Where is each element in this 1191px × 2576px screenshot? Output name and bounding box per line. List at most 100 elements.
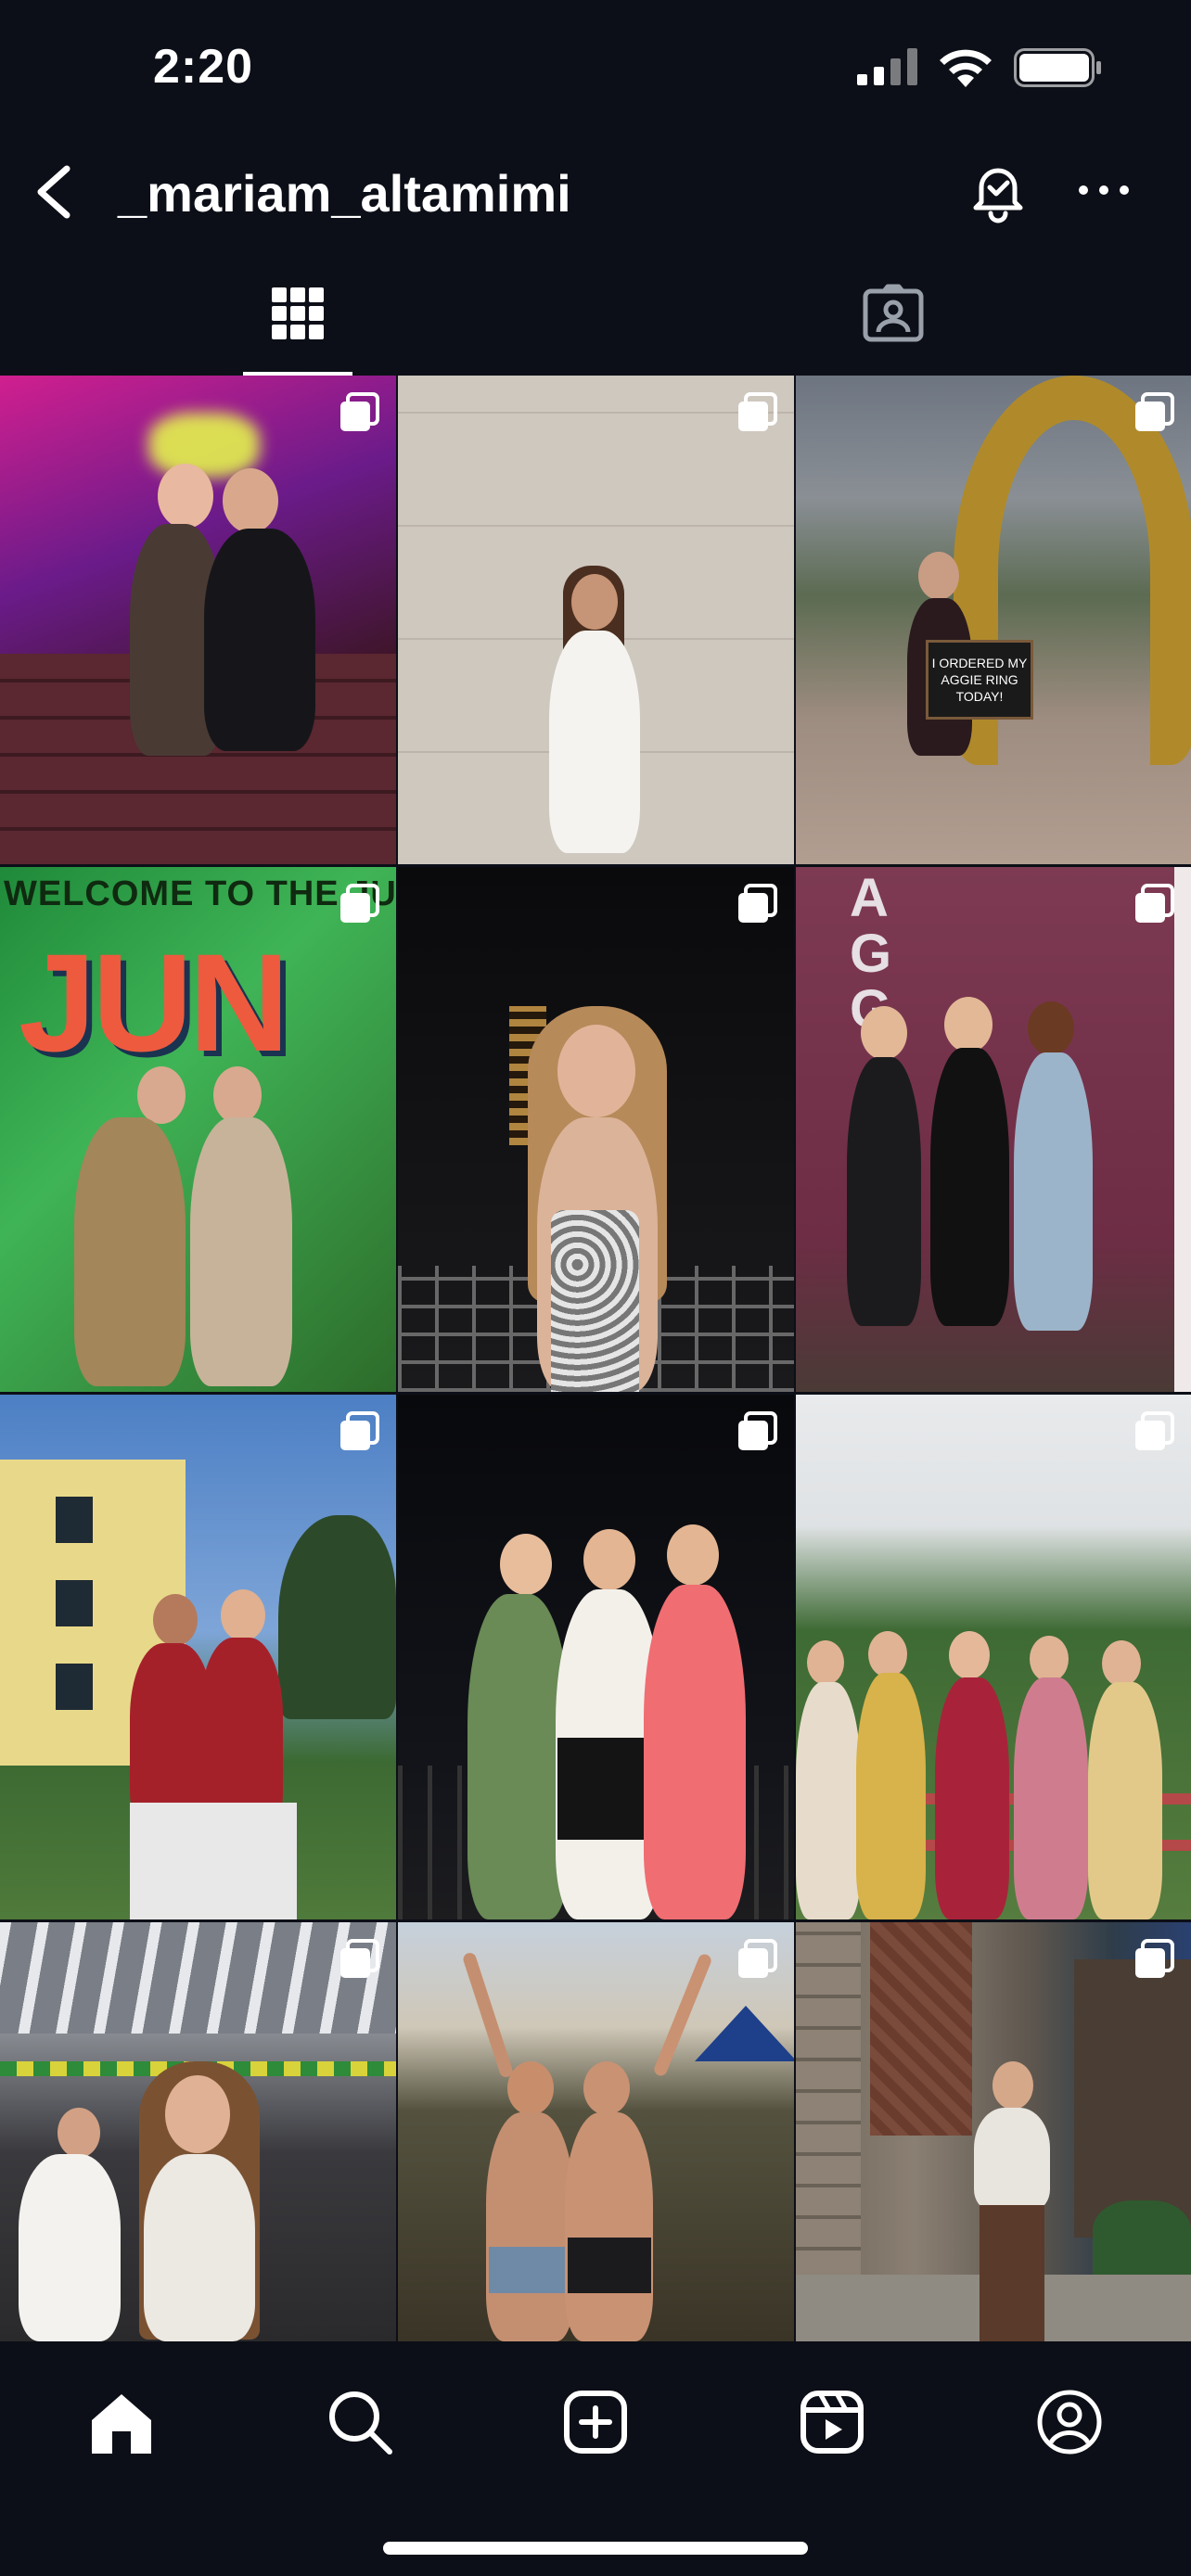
- person-head: [944, 997, 992, 1052]
- person-head: [571, 574, 618, 630]
- person-head: [213, 1066, 262, 1124]
- house-window: [56, 1580, 93, 1626]
- pavilion-roof: [0, 1922, 396, 2034]
- multiple-photos-icon: [738, 392, 777, 431]
- person-head: [500, 1534, 552, 1595]
- posts-grid: I ORDERED MY AGGIE RING TODAY! WELCOME T…: [0, 376, 1191, 2341]
- person-figure: [467, 1594, 570, 1919]
- nav-home[interactable]: [80, 2380, 163, 2464]
- post-thumbnail[interactable]: I ORDERED MY AGGIE RING TODAY!: [796, 376, 1191, 864]
- tree: [278, 1515, 396, 1719]
- person-figure: [19, 2154, 121, 2341]
- status-time: 2:20: [153, 40, 254, 94]
- multiple-photos-icon: [1135, 884, 1174, 923]
- home-indicator[interactable]: [383, 2542, 808, 2555]
- post-thumbnail[interactable]: A G G: [796, 867, 1191, 1392]
- post-thumbnail[interactable]: [398, 1395, 794, 1919]
- person-pants: [980, 2205, 1044, 2341]
- person-figure: [974, 2108, 1050, 2210]
- person-head: [58, 2108, 100, 2158]
- person-figure: [144, 2154, 255, 2341]
- person-figure: [486, 2112, 574, 2341]
- person-figure: [796, 1682, 861, 1919]
- hedge: [1093, 2200, 1191, 2275]
- person-head: [667, 1524, 719, 1586]
- leopard-dress: [551, 1210, 639, 1392]
- nav-reels[interactable]: [790, 2380, 874, 2464]
- denim-shorts: [489, 2247, 572, 2293]
- post-thumbnail[interactable]: [0, 1395, 396, 1919]
- house-window: [56, 1664, 93, 1710]
- add-post-icon: [564, 2391, 627, 2454]
- nav-create[interactable]: [554, 2380, 637, 2464]
- cellular-signal-icon: [857, 48, 917, 85]
- tab-posts-grid[interactable]: [0, 250, 596, 376]
- person-head: [221, 1589, 265, 1641]
- person-figure: [549, 631, 640, 853]
- person-head: [158, 464, 213, 529]
- tagged-person-icon: [863, 284, 924, 341]
- wall-edge: [1174, 867, 1191, 1392]
- building-wall: [1074, 1959, 1191, 2238]
- post-thumbnail[interactable]: [0, 376, 396, 864]
- multiple-photos-icon: [340, 392, 379, 431]
- person-figure: [1014, 1052, 1093, 1331]
- person-figure: [190, 1117, 292, 1386]
- person-head: [507, 2061, 554, 2115]
- battery-icon: [1014, 48, 1101, 87]
- nav-profile[interactable]: [1028, 2380, 1111, 2464]
- post-thumbnail[interactable]: [796, 1922, 1191, 2341]
- tab-tagged[interactable]: [596, 250, 1191, 376]
- person-head: [137, 1066, 186, 1124]
- neon-light: [148, 413, 260, 478]
- person-head: [165, 2075, 230, 2153]
- wifi-icon: [940, 49, 992, 87]
- multiple-photos-icon: [340, 1411, 379, 1450]
- person-figure: [847, 1057, 921, 1326]
- banner-text: WELCOME TO THE JUN: [4, 874, 396, 913]
- multiple-photos-icon: [1135, 1411, 1174, 1450]
- person-figure: [644, 1585, 746, 1919]
- person-figure: [930, 1048, 1009, 1326]
- person-figure: [856, 1673, 926, 1919]
- multiple-photos-icon: [738, 884, 777, 923]
- post-thumbnail[interactable]: [398, 1922, 794, 2341]
- person-head: [153, 1594, 198, 1646]
- bottom-navigation: [0, 2341, 1191, 2576]
- house-window: [56, 1497, 93, 1543]
- person-head: [583, 2061, 630, 2115]
- person-figure: [1014, 1677, 1088, 1919]
- profile-username: _mariam_altamimi: [118, 164, 571, 223]
- person-figure: [204, 529, 315, 751]
- home-icon: [92, 2394, 151, 2454]
- aggie-ring-sign: I ORDERED MY AGGIE RING TODAY!: [926, 640, 1033, 720]
- raised-arm: [461, 1951, 515, 2079]
- person-figure: [74, 1117, 186, 1386]
- person-head: [583, 1529, 635, 1590]
- person-figure: [1088, 1682, 1162, 1919]
- person-head: [992, 2061, 1033, 2110]
- post-thumbnail[interactable]: WELCOME TO THE JUN JUN: [0, 867, 396, 1392]
- post-thumbnail[interactable]: [398, 376, 794, 864]
- person-head: [223, 468, 278, 533]
- nav-search[interactable]: [318, 2380, 402, 2464]
- search-icon: [329, 2391, 392, 2455]
- black-shorts: [568, 2238, 651, 2293]
- person-figure: [565, 2112, 653, 2341]
- banner-big-letters: JUN: [19, 925, 289, 1080]
- post-thumbnail[interactable]: [796, 1395, 1191, 1919]
- brick-panel: [870, 1922, 972, 2136]
- post-thumbnail[interactable]: [0, 1922, 396, 2341]
- profile-icon: [1037, 2390, 1102, 2455]
- status-bar: 2:20: [0, 0, 1191, 139]
- post-thumbnail[interactable]: [398, 867, 794, 1392]
- grid-icon: [272, 287, 324, 339]
- multiple-photos-icon: [1135, 1939, 1174, 1978]
- profile-tabs: [0, 250, 1191, 376]
- more-options-icon[interactable]: [1076, 176, 1132, 204]
- notification-bell-icon[interactable]: [965, 158, 1031, 224]
- multiple-photos-icon: [738, 1939, 777, 1978]
- back-arrow-icon[interactable]: [28, 161, 83, 223]
- multiple-photos-icon: [1135, 392, 1174, 431]
- festival-tent: [695, 2006, 794, 2061]
